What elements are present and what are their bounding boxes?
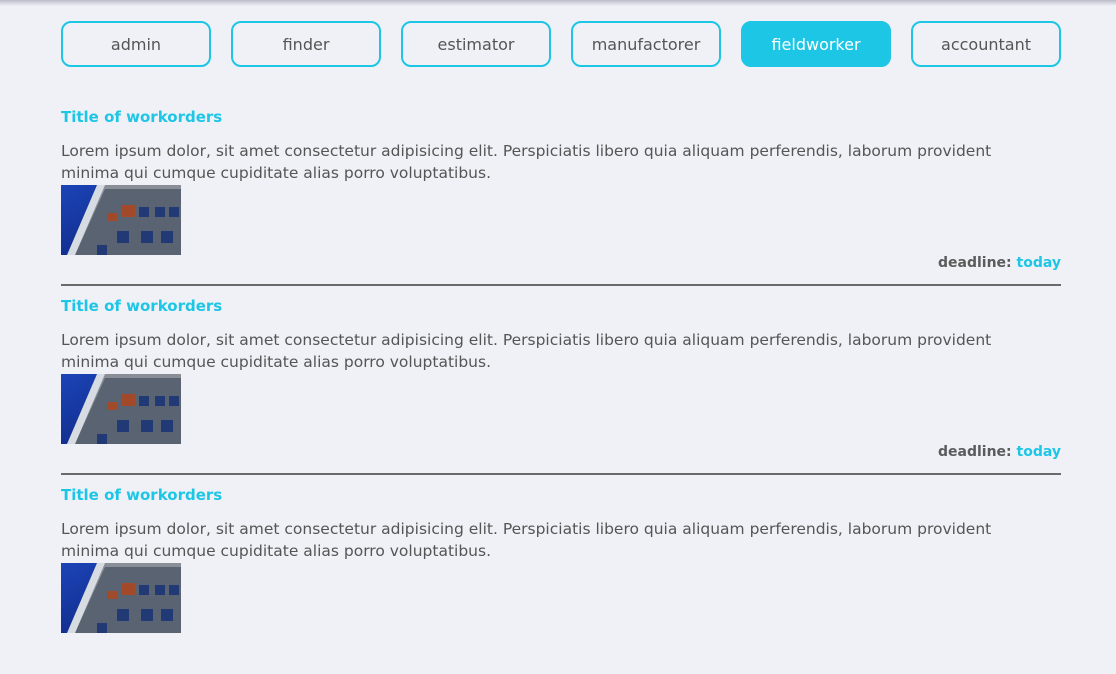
- role-tabs: admin finder estimator manufactorer fiel…: [61, 21, 1061, 67]
- workorder-deadline: deadline: today: [938, 444, 1061, 460]
- workorder-building-image: [61, 185, 181, 255]
- role-button-accountant[interactable]: accountant: [911, 21, 1061, 67]
- workorder-description: Lorem ipsum dolor, sit amet consectetur …: [61, 520, 992, 560]
- workorder-title[interactable]: Title of workorders: [61, 485, 222, 505]
- top-shadow: [0, 0, 1116, 6]
- deadline-label: deadline:: [937, 444, 1012, 460]
- workorder-description: Lorem ipsum dolor, sit amet consectetur …: [61, 142, 992, 182]
- workorder-list: Title of workorders Lorem ipsum dolor, s…: [61, 107, 1061, 674]
- workorder-description: Lorem ipsum dolor, sit amet consectetur …: [61, 331, 992, 371]
- workorder-building-image: [61, 374, 181, 444]
- deadline-value: today: [1016, 444, 1061, 460]
- role-button-estimator[interactable]: estimator: [401, 21, 551, 67]
- role-button-fieldworker[interactable]: fieldworker: [741, 21, 891, 67]
- deadline-value: today: [1016, 255, 1061, 271]
- workorder-deadline: deadline: today: [938, 255, 1061, 271]
- workorder-building-image: [61, 563, 181, 633]
- workorder-item: Title of workorders Lorem ipsum dolor, s…: [61, 296, 1061, 485]
- workorder-item: Title of workorders Lorem ipsum dolor, s…: [61, 485, 1061, 674]
- role-button-finder[interactable]: finder: [231, 21, 381, 67]
- role-button-admin[interactable]: admin: [61, 21, 211, 67]
- deadline-label: deadline:: [937, 255, 1012, 271]
- workorder-divider: [61, 284, 1061, 286]
- workorder-divider: [61, 473, 1061, 475]
- workorder-title[interactable]: Title of workorders: [61, 107, 222, 127]
- role-button-manufactorer[interactable]: manufactorer: [571, 21, 721, 67]
- workorder-title[interactable]: Title of workorders: [61, 296, 222, 316]
- workorder-item: Title of workorders Lorem ipsum dolor, s…: [61, 107, 1061, 296]
